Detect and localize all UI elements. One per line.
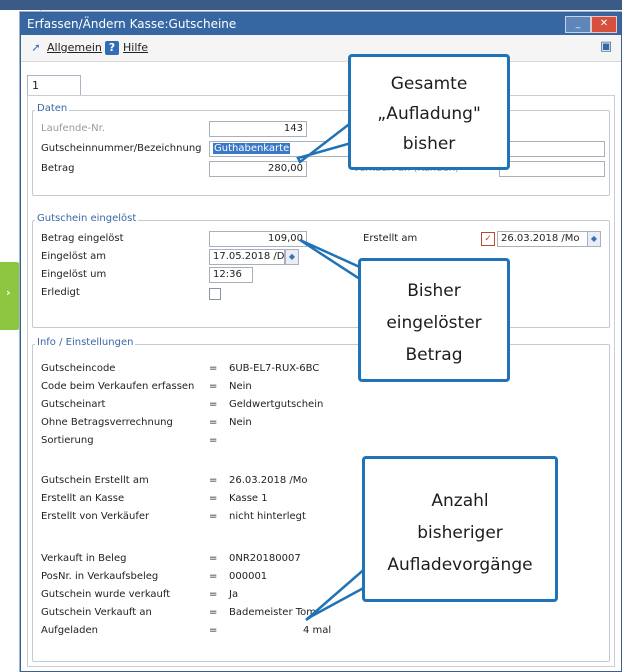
callout-aufladung-line2: „Aufladung" (377, 104, 481, 124)
callout-eingeloest: Bisher eingelöster Betrag (358, 258, 510, 382)
callout-aufladevorgaenge-line1: Anzahl (431, 491, 489, 511)
callout-eingeloest-line2: eingelöster (386, 313, 482, 333)
callout-aufladevorgaenge: Anzahl bisheriger Aufladevorgänge (362, 456, 558, 602)
callout-aufladung-line3: bisher (402, 134, 456, 154)
callout-aufladevorgaenge-line2: bisheriger (417, 523, 503, 543)
callout-aufladung-line1: Gesamte (390, 74, 468, 94)
callout-aufladung: Gesamte „Aufladung" bisher (348, 54, 510, 170)
callout-aufladevorgaenge-line3: Aufladevorgänge (387, 555, 533, 575)
callout-eingeloest-line3: Betrag (405, 345, 463, 365)
callout-eingeloest-line1: Bisher (407, 281, 461, 301)
